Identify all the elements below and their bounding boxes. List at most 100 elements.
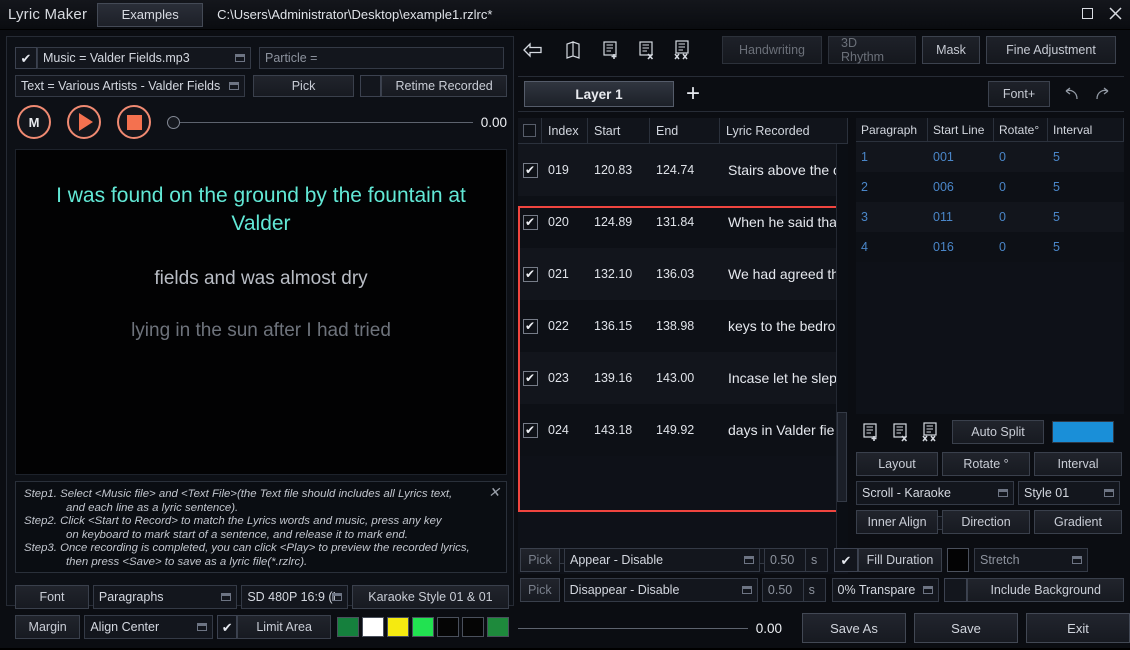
tab-examples[interactable]: Examples	[97, 2, 204, 27]
inner-align-button[interactable]: Inner Align	[856, 510, 938, 534]
karaoke-style-button[interactable]: Karaoke Style 01 & 01	[351, 585, 509, 609]
play-button[interactable]	[67, 105, 101, 139]
mark-button[interactable]: M	[17, 105, 51, 139]
add-line-icon[interactable]	[596, 36, 626, 64]
close-instructions-icon[interactable]: ✕	[488, 485, 500, 500]
mask-button[interactable]: Mask	[922, 36, 980, 64]
table-row[interactable]: 3 011 0 5	[856, 202, 1124, 232]
delete-paragraph-icon[interactable]	[886, 418, 916, 446]
music-checkbox[interactable]: ✔	[15, 47, 37, 69]
color-swatch-3[interactable]	[387, 617, 409, 637]
align-label: Align Center	[90, 620, 160, 634]
transparency-select[interactable]: 0% Transpare	[831, 578, 939, 602]
table-row[interactable]: 2 006 0 5	[856, 172, 1124, 202]
timeline-track[interactable]	[518, 627, 748, 629]
pick-button[interactable]: Pick	[253, 75, 354, 97]
table-row[interactable]: ✔ 022 136.15 138.98 keys to the bedroo	[518, 300, 848, 352]
fill-duration-checkbox[interactable]: ✔	[834, 548, 858, 572]
disappear-effect-select[interactable]: Disappear - Disable	[563, 578, 758, 602]
align-select[interactable]: Align Center	[84, 615, 213, 639]
color-swatch-4[interactable]	[412, 617, 434, 637]
style-select[interactable]: Style 01	[1018, 481, 1120, 505]
save-as-button[interactable]: Save As	[802, 613, 906, 643]
row-checkbox[interactable]: ✔	[518, 266, 542, 282]
table-row[interactable]: ✔ 019 120.83 124.74 Stairs above the c	[518, 144, 848, 196]
resolution-select[interactable]: SD 480P 16:9 (I	[241, 585, 348, 609]
delete-all-paragraphs-icon[interactable]	[916, 418, 946, 446]
gradient-button[interactable]: Gradient	[1034, 510, 1122, 534]
table-row[interactable]: ✔ 020 124.89 131.84 When he said tha	[518, 196, 848, 248]
limit-area-checkbox[interactable]: ✔	[217, 615, 238, 639]
table-row[interactable]: 4 016 0 5	[856, 232, 1124, 262]
include-background-button[interactable]: Include Background	[967, 578, 1124, 602]
color-swatch-5[interactable]	[437, 617, 459, 637]
delete-line-icon[interactable]	[632, 36, 662, 64]
handwriting-button[interactable]: Handwriting	[722, 36, 822, 64]
appear-pick-button[interactable]: Pick	[520, 548, 560, 572]
disappear-duration-input[interactable]: 0.50	[761, 578, 804, 602]
slider-track[interactable]	[180, 121, 473, 123]
table-row[interactable]: ✔ 021 132.10 136.03 We had agreed th	[518, 248, 848, 300]
paragraph-color-swatch[interactable]	[1052, 421, 1114, 443]
disappear-duration-unit: s	[803, 578, 826, 602]
margin-button[interactable]: Margin	[15, 615, 81, 639]
font-plus-button[interactable]: Font+	[988, 81, 1050, 107]
retime-checkbox[interactable]	[359, 75, 382, 97]
color-swatch-1[interactable]	[337, 617, 359, 637]
close-icon[interactable]	[1106, 4, 1124, 22]
stretch-select[interactable]: Stretch	[974, 548, 1088, 572]
page-icon[interactable]	[558, 36, 588, 64]
table-row[interactable]: ✔ 023 139.16 143.00 Incase let he slep	[518, 352, 848, 404]
fill-duration-button[interactable]: Fill Duration	[858, 548, 942, 572]
slider-knob[interactable]	[167, 115, 180, 129]
appear-effect-select[interactable]: Appear - Disable	[564, 548, 760, 572]
position-slider[interactable]	[167, 115, 473, 129]
table-row[interactable]: ✔ 024 143.18 149.92 days in Valder fie	[518, 404, 848, 456]
stop-button[interactable]	[117, 105, 151, 139]
disappear-pick-button[interactable]: Pick	[520, 578, 560, 602]
back-arrow-icon[interactable]	[518, 36, 548, 64]
appear-duration-input[interactable]: 0.50	[764, 548, 806, 572]
table-row[interactable]: 1 001 0 5	[856, 142, 1124, 172]
lyric-scroll-thumb[interactable]	[837, 412, 847, 502]
row-checkbox[interactable]: ✔	[518, 370, 542, 386]
direction-button[interactable]: Direction	[942, 510, 1030, 534]
undo-icon[interactable]	[1056, 80, 1086, 108]
color-swatch-7[interactable]	[487, 617, 509, 637]
row-checkbox[interactable]: ✔	[518, 214, 542, 230]
row-checkbox[interactable]: ✔	[518, 422, 542, 438]
add-layer-button[interactable]: +	[686, 82, 700, 106]
font-button[interactable]: Font	[15, 585, 89, 609]
redo-icon[interactable]	[1088, 80, 1118, 108]
exit-button[interactable]: Exit	[1026, 613, 1130, 643]
text-file-select[interactable]: Text = Various Artists - Valder Fields	[15, 75, 246, 97]
save-button[interactable]: Save	[914, 613, 1018, 643]
color-swatch-6[interactable]	[462, 617, 484, 637]
row-checkbox[interactable]: ✔	[518, 162, 542, 178]
scroll-mode-select[interactable]: Scroll - Karaoke	[856, 481, 1014, 505]
lyric-vertical-scrollbar[interactable]	[836, 144, 848, 548]
rotate-button[interactable]: Rotate °	[942, 452, 1030, 476]
select-all-checkbox[interactable]	[518, 118, 542, 143]
row-checkbox[interactable]: ✔	[518, 318, 542, 334]
music-file-select[interactable]: Music = Valder Fields.mp3	[37, 47, 251, 69]
maximize-icon[interactable]	[1078, 4, 1096, 22]
add-paragraph-icon[interactable]	[856, 418, 886, 446]
layer-tab-1[interactable]: Layer 1	[524, 81, 674, 107]
delete-all-lines-icon[interactable]	[668, 36, 698, 64]
row-lyric: keys to the bedroo	[728, 318, 844, 334]
fill-color-swatch[interactable]	[947, 548, 969, 572]
color-swatch-2[interactable]	[362, 617, 384, 637]
retime-recorded-button[interactable]: Retime Recorded	[381, 75, 507, 97]
particle-field[interactable]: Particle =	[259, 47, 504, 69]
paragraphs-select[interactable]: Paragraphs	[92, 585, 238, 609]
fine-adjustment-button[interactable]: Fine Adjustment	[986, 36, 1116, 64]
limit-area-button[interactable]: Limit Area	[237, 615, 331, 639]
row-end: 138.98	[656, 319, 695, 333]
row-interval: 5	[1053, 150, 1060, 164]
3d-rhythm-button[interactable]: 3D Rhythm	[828, 36, 916, 64]
layout-button[interactable]: Layout	[856, 452, 938, 476]
include-background-checkbox[interactable]	[943, 578, 968, 602]
auto-split-button[interactable]: Auto Split	[952, 420, 1044, 444]
interval-button[interactable]: Interval	[1034, 452, 1122, 476]
